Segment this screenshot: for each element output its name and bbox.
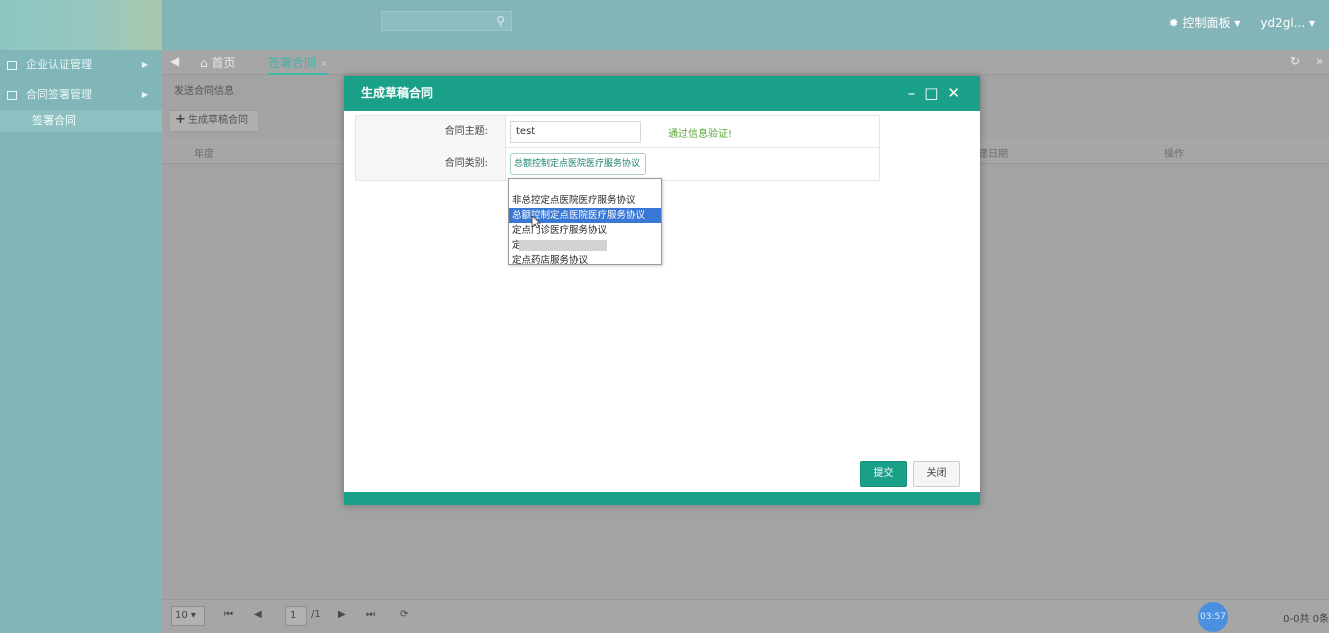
form-row-type: 合同类别: 总额控制定点医院医疗服务协议 — [356, 148, 879, 180]
sidebar: 企业认证管理 ▶ 合同签署管理 ▶ 签署合同 — [0, 50, 162, 633]
column-header-actions: 操作 — [1164, 149, 1184, 160]
sidebar-item-label: 企业认证管理 — [26, 58, 92, 71]
subject-input[interactable]: test — [510, 121, 641, 143]
chevron-down-icon: ▾ — [1234, 16, 1241, 30]
close-icon[interactable]: ✕ — [947, 76, 960, 111]
page-size-select[interactable]: 10 ▾ — [171, 606, 205, 626]
search-icon[interactable]: ⚲ — [496, 14, 505, 28]
caret-right-icon: ▶ — [141, 90, 148, 99]
subject-label: 合同主题: — [356, 116, 506, 148]
column-header-year[interactable]: 年度 — [194, 145, 214, 160]
redaction-box — [519, 240, 607, 251]
tab-home-label: 首页 — [211, 56, 236, 70]
create-draft-label: 生成草稿合同 — [188, 115, 248, 126]
user-menu[interactable]: yd2gl... ▾ — [1260, 16, 1315, 30]
breadcrumb: 发送合同信息 — [174, 86, 234, 97]
reload-icon[interactable]: ⟳ — [400, 609, 408, 620]
create-draft-button[interactable]: + 生成草稿合同 — [169, 110, 259, 132]
create-draft-dialog: 生成草稿合同 – □ ✕ 合同主题: test 通过信息验证! 合同类别: 总额… — [344, 76, 980, 505]
contract-type-select[interactable]: 总额控制定点医院医疗服务协议 — [510, 153, 646, 175]
dialog-footer-bar — [344, 492, 980, 505]
option-item[interactable]: 非总控定点医院医疗服务协议 — [509, 193, 661, 208]
tab-sign-contract-label: 签署合同 — [268, 56, 317, 70]
page-number-input[interactable]: 1 — [285, 606, 307, 626]
caret-right-icon: ▶ — [141, 60, 148, 69]
first-page-icon[interactable]: ⏮ — [224, 609, 233, 620]
prev-page-icon[interactable]: ◀ — [254, 609, 262, 620]
double-chevron-right-icon[interactable]: » — [1316, 54, 1323, 68]
column-header-date[interactable]: 建日期 — [978, 145, 1008, 160]
submit-button[interactable]: 提交 — [860, 461, 907, 487]
search-input[interactable]: ⚲ — [381, 11, 512, 31]
control-panel-menu[interactable]: ✹ 控制面板 ▾ — [1169, 14, 1241, 31]
option-item[interactable]: 定点药店服务协议 — [509, 253, 661, 268]
page-size-value: 10 — [175, 610, 188, 621]
top-right-menu: ✹ 控制面板 ▾ yd2gl... ▾ — [1169, 14, 1315, 31]
refresh-icon[interactable]: ↻ — [1290, 54, 1300, 68]
top-bar: ⚲ ✹ 控制面板 ▾ yd2gl... ▾ — [0, 0, 1329, 50]
page-total: /1 — [311, 609, 321, 620]
contract-form: 合同主题: test 通过信息验证! 合同类别: 总额控制定点医院医疗服务协议 — [355, 115, 880, 181]
chevron-down-icon: ▾ — [1308, 15, 1315, 30]
chevron-down-icon: ▾ — [190, 610, 196, 621]
tab-home[interactable]: ⌂ 首页 — [200, 54, 235, 71]
home-icon: ⌂ — [200, 56, 208, 70]
tab-scroll-left-icon[interactable]: ◀ — [170, 54, 179, 68]
next-page-icon[interactable]: ▶ — [338, 609, 346, 620]
table-icon — [7, 61, 17, 70]
sidebar-item-label: 合同签署管理 — [26, 88, 92, 101]
validation-message: 通过信息验证! — [668, 129, 733, 140]
form-row-subject: 合同主题: test 通过信息验证! — [356, 116, 879, 148]
sidebar-item-contract-sign-mgmt[interactable]: 合同签署管理 ▶ — [0, 80, 162, 110]
pagination: 10 ▾ ⏮ ◀ 1 /1 ▶ ⏭ ⟳ 03:57 0-0共 0条 — [162, 599, 1329, 633]
last-page-icon[interactable]: ⏭ — [366, 609, 375, 620]
option-item-redacted[interactable]: 定 — [509, 238, 661, 253]
logo — [0, 0, 162, 50]
tab-bar: ◀ ⌂ 首页 签署合同 ✕ ↻ » — [162, 50, 1329, 75]
dialog-window-controls: – □ ✕ — [908, 76, 960, 111]
user-label: yd2gl... — [1260, 15, 1306, 30]
gear-icon: ✹ — [1168, 16, 1179, 30]
sidebar-item-enterprise-auth[interactable]: 企业认证管理 ▶ — [0, 50, 162, 80]
dialog-title: 生成草稿合同 — [344, 76, 980, 111]
plus-icon: + — [175, 112, 186, 127]
record-range: 0-0共 0条 — [1283, 614, 1329, 625]
table-icon — [7, 91, 17, 100]
minimize-icon[interactable]: – — [908, 76, 916, 111]
type-label: 合同类别: — [356, 148, 506, 180]
control-panel-label: 控制面板 — [1182, 16, 1231, 30]
tab-sign-contract[interactable]: 签署合同 ✕ — [268, 54, 328, 75]
maximize-icon[interactable]: □ — [924, 76, 938, 111]
mouse-cursor-icon — [531, 215, 541, 229]
close-button[interactable]: 关闭 — [913, 461, 960, 487]
sidebar-subitem-sign-contract[interactable]: 签署合同 — [0, 110, 162, 132]
clock-badge: 03:57 — [1198, 602, 1228, 632]
close-icon[interactable]: ✕ — [320, 60, 328, 70]
